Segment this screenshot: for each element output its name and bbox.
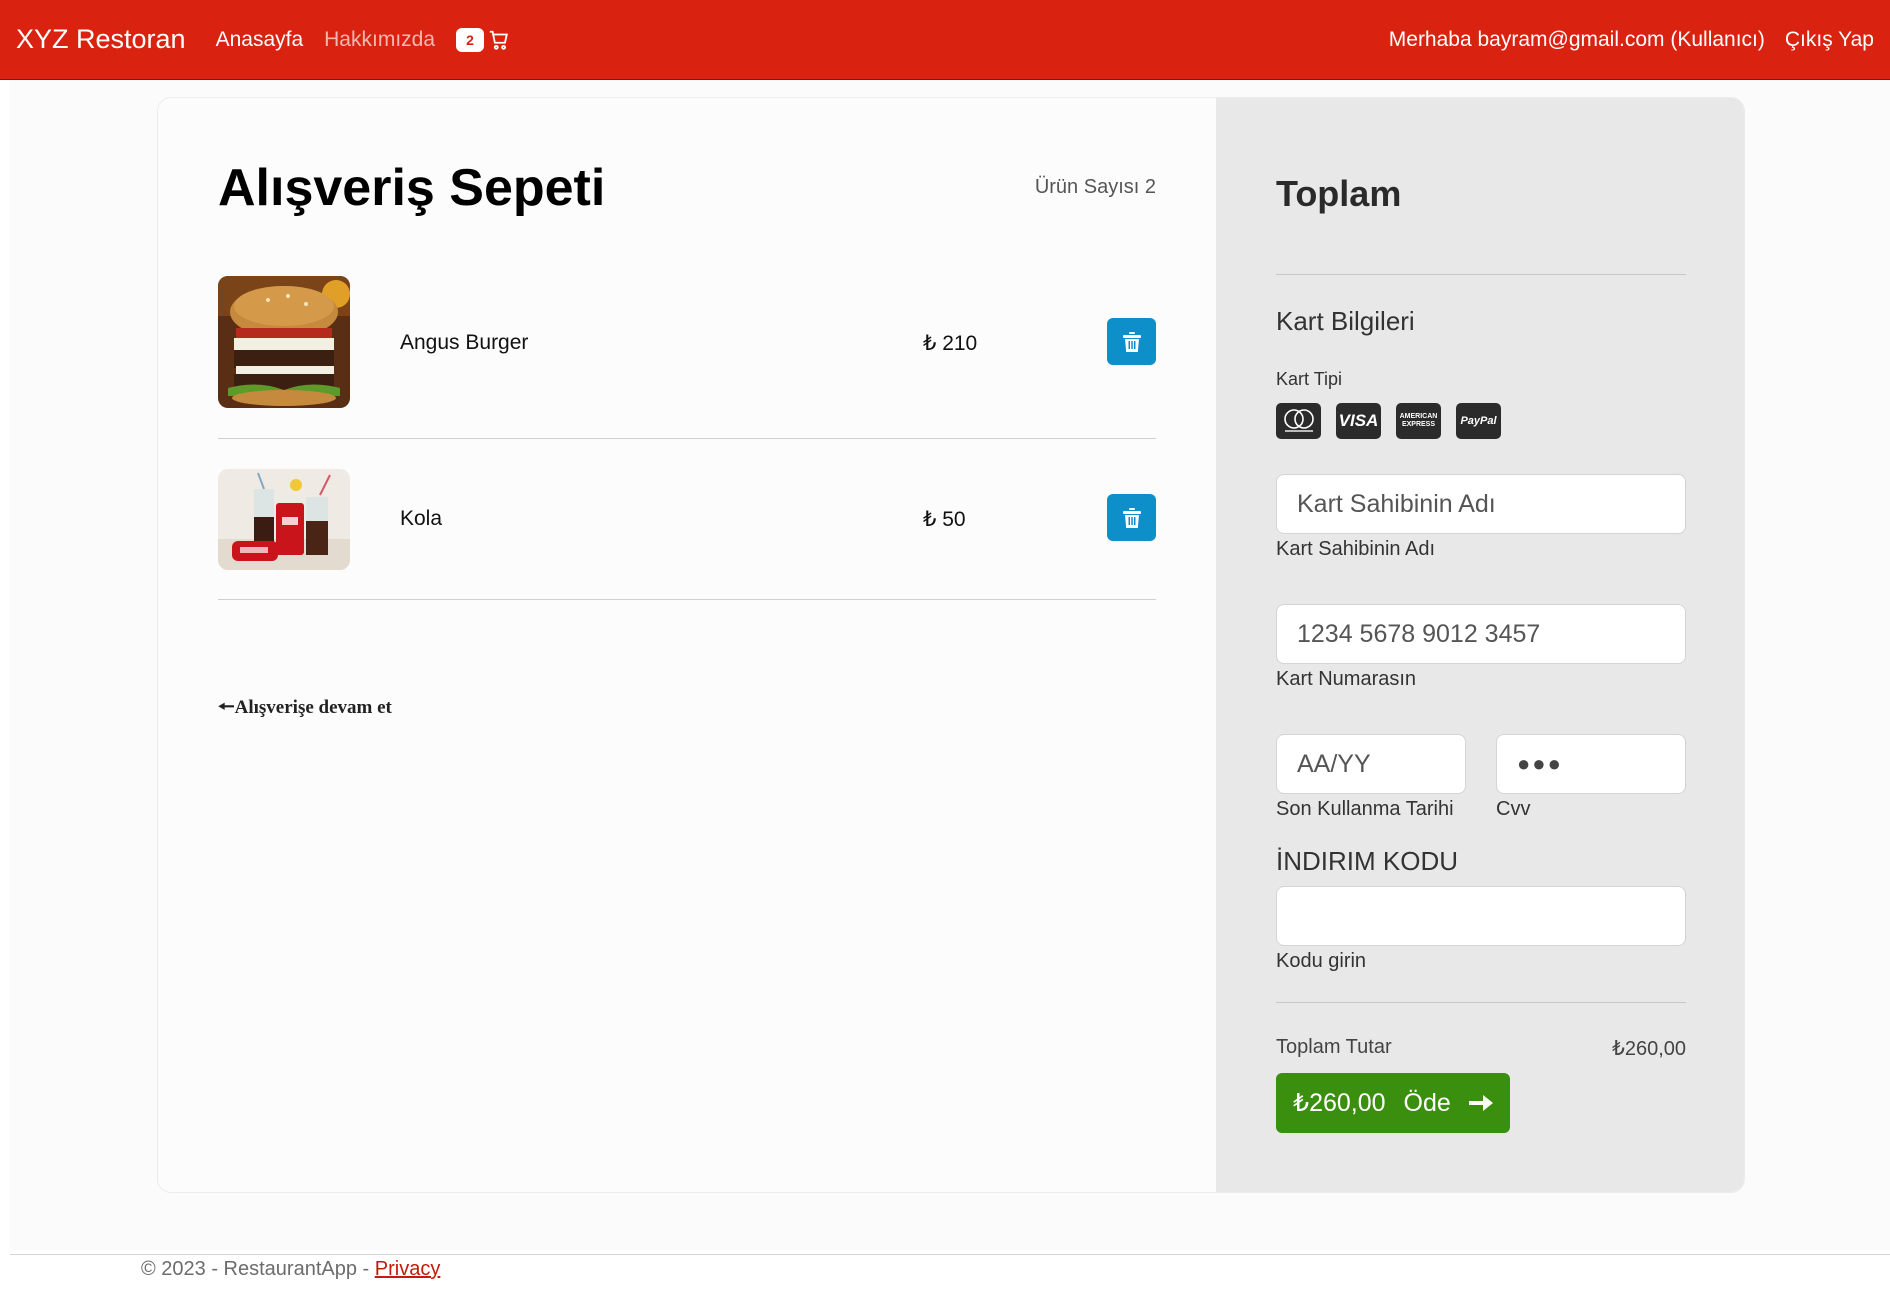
user-greeting[interactable]: Merhaba bayram@gmail.com (Kullanıcı) bbox=[1389, 28, 1765, 52]
card-info-title: Kart Bilgileri bbox=[1276, 306, 1415, 336]
delete-item-button[interactable] bbox=[1107, 318, 1156, 365]
item-count: Ürün Sayısı 2 bbox=[1034, 176, 1156, 198]
card-type-label: Kart Tipi bbox=[1276, 369, 1343, 389]
divider bbox=[1276, 1002, 1686, 1003]
amex-icon[interactable]: AMERICAN EXPRESS bbox=[1396, 403, 1441, 439]
card-holder-label: Kart Sahibinin Adı bbox=[1276, 538, 1435, 560]
discount-code-label: Kodu girin bbox=[1276, 950, 1367, 972]
expiry-input[interactable]: AA/YY bbox=[1276, 734, 1466, 794]
card-holder-input[interactable]: Kart Sahibinin Adı bbox=[1276, 474, 1686, 534]
pay-button[interactable]: ₺260,00 Öde bbox=[1276, 1073, 1510, 1133]
cola-image bbox=[218, 469, 350, 570]
footer-divider bbox=[10, 1254, 1890, 1255]
pay-amount: ₺260,00 bbox=[1293, 1089, 1386, 1117]
visa-icon[interactable]: VISA bbox=[1336, 403, 1381, 439]
summary-section: Toplam Kart Bilgileri Kart Tipi VISA AME… bbox=[1216, 98, 1744, 1192]
trash-icon bbox=[1122, 507, 1141, 528]
total-label: Toplam Tutar bbox=[1276, 1036, 1392, 1058]
paypal-icon[interactable]: PayPal bbox=[1456, 403, 1501, 439]
arrow-right-icon bbox=[1468, 1095, 1493, 1111]
brand-link[interactable]: XYZ Restoran bbox=[16, 24, 186, 55]
continue-shopping-link[interactable]: 🠔Alışverişe devam et bbox=[218, 693, 392, 725]
divider bbox=[1276, 274, 1686, 275]
card-type-options: VISA AMERICAN EXPRESS PayPal bbox=[1276, 403, 1501, 439]
item-name: Angus Burger bbox=[400, 331, 529, 354]
shopping-cart-icon bbox=[489, 30, 508, 50]
delete-item-button[interactable] bbox=[1107, 494, 1156, 541]
expiry-label: Son Kullanma Tarihi bbox=[1276, 798, 1454, 820]
cart-card: Alışveriş Sepeti Ürün Sayısı 2 Angus Bur… bbox=[157, 97, 1745, 1193]
copyright-text: © 2023 - RestaurantApp - bbox=[141, 1258, 375, 1280]
cart-item-row: Kola ₺ 50 bbox=[218, 469, 1156, 600]
nav-about-link[interactable]: Hakkımızda bbox=[324, 28, 435, 52]
summary-title: Toplam bbox=[1276, 173, 1402, 214]
privacy-link[interactable]: Privacy bbox=[375, 1258, 441, 1280]
card-number-input[interactable]: 1234 5678 9012 3457 bbox=[1276, 604, 1686, 664]
discount-title: İNDIRIM KODU bbox=[1276, 846, 1458, 876]
page-title: Alışveriş Sepeti bbox=[218, 159, 606, 217]
item-name: Kola bbox=[400, 507, 443, 530]
cart-count-badge: 2 bbox=[456, 27, 485, 52]
cvv-label: Cvv bbox=[1496, 798, 1531, 820]
mastercard-icon[interactable] bbox=[1276, 403, 1321, 439]
item-price: ₺ 210 bbox=[923, 332, 978, 355]
footer: © 2023 - RestaurantApp - Privacy bbox=[141, 1258, 440, 1281]
nav-home-link[interactable]: Anasayfa bbox=[216, 28, 304, 52]
item-price: ₺ 50 bbox=[923, 508, 966, 531]
card-number-label: Kart Numarasın bbox=[1276, 668, 1417, 690]
cart-item-row: Angus Burger ₺ 210 bbox=[218, 276, 1156, 439]
trash-icon bbox=[1122, 331, 1141, 352]
cvv-input[interactable]: ●●● bbox=[1496, 734, 1686, 794]
burger-image bbox=[218, 276, 350, 408]
navbar: XYZ Restoran Anasayfa Hakkımızda 2 Merha… bbox=[0, 0, 1890, 80]
logout-link[interactable]: Çıkış Yap bbox=[1785, 28, 1874, 52]
pay-label: Öde bbox=[1403, 1088, 1451, 1117]
total-value: ₺260,00 bbox=[1612, 1038, 1686, 1060]
cart-items-section: Alışveriş Sepeti Ürün Sayısı 2 Angus Bur… bbox=[158, 98, 1216, 1192]
nav-cart-link[interactable]: 2 bbox=[456, 27, 510, 52]
discount-code-input[interactable] bbox=[1276, 886, 1686, 946]
